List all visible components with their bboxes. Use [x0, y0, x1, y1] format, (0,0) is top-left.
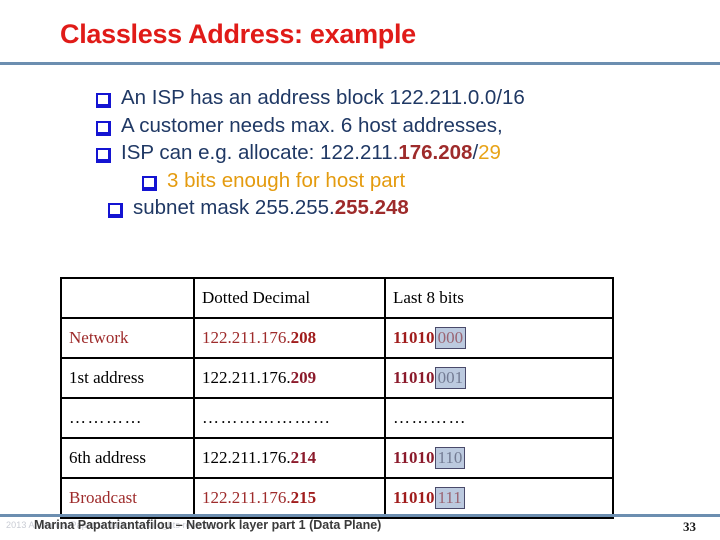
- list-item-sub: 3 bits enough for host part: [96, 168, 656, 192]
- square-bullet-icon: [96, 120, 111, 136]
- table-cell-last8bits: 11010 110: [384, 437, 614, 479]
- table-header-last8bits: Last 8 bits: [384, 277, 614, 319]
- table-cell-dotted-decimal: 122.211.176.215: [193, 477, 386, 519]
- ip-last-octet: 214: [290, 448, 317, 467]
- table-cell-label: [60, 277, 195, 319]
- title-divider: [0, 62, 720, 65]
- bits-fixed-part: 11010: [393, 448, 435, 467]
- square-bullet-icon: [96, 148, 111, 163]
- list-item-label: subnet mask 255.255.255.248: [133, 196, 409, 219]
- bullet-list: An ISP has an address block 122.211.0.0/…: [96, 86, 656, 226]
- list-item: An ISP has an address block 122.211.0.0/…: [96, 86, 656, 109]
- table-cell-dotted-decimal: 122.211.176.209: [193, 357, 386, 399]
- table-cell-label: Broadcast: [60, 477, 195, 519]
- table-row: 6th address 122.211.176.214 11010 110: [60, 437, 614, 479]
- ip-last-octet: 209: [290, 368, 317, 387]
- square-bullet-icon: [108, 203, 123, 218]
- ip-last-octet: 215: [290, 488, 317, 507]
- table-cell-last8bits: 11010 000: [384, 317, 614, 359]
- list-item: A customer needs max. 6 host addresses,: [96, 113, 656, 137]
- ip-prefix: 122.211.176.: [202, 328, 291, 347]
- ip-prefix: 122.211.176.: [202, 488, 291, 507]
- list-item-label-part: subnet mask 255.255.: [133, 196, 335, 219]
- table-row-ellipsis: ………… ………………… …………: [60, 397, 614, 439]
- footer-divider: [0, 514, 720, 517]
- list-item-sub-label: 3 bits enough for host part: [167, 168, 406, 192]
- ip-prefix: 122.211.176.: [202, 448, 291, 467]
- square-bullet-icon: [96, 93, 111, 108]
- table-cell-label: …………: [60, 397, 195, 439]
- table-header-row: Dotted Decimal Last 8 bits: [60, 277, 614, 319]
- page-number: 33: [683, 519, 696, 534]
- bits-fixed-part: 11010: [393, 328, 435, 347]
- address-allocation-table: Dotted Decimal Last 8 bits Network 122.2…: [60, 277, 614, 519]
- list-item-label: A customer needs max. 6 host addresses,: [121, 113, 503, 137]
- bits-host-part-highlight: 110: [434, 447, 466, 469]
- table-cell-dotted-decimal: 122.211.176.208: [193, 317, 386, 359]
- list-item-label-part: ISP can e.g. allocate: 122.211.: [121, 141, 399, 164]
- footer-author: Marina Papatriantafilou – Network layer …: [34, 518, 382, 532]
- table-cell-dotted-decimal: …………………: [193, 397, 386, 439]
- bits-fixed-part: 11010: [393, 368, 435, 387]
- list-item-label: ISP can e.g. allocate: 122.211.176.208/2…: [121, 141, 501, 164]
- table-header-dotted-decimal: Dotted Decimal: [193, 277, 386, 319]
- table-row: Network 122.211.176.208 11010 000: [60, 317, 614, 359]
- table-cell-dotted-decimal: 122.211.176.214: [193, 437, 386, 479]
- table-cell-last8bits: 11010 111: [384, 477, 614, 519]
- table-cell-last8bits: …………: [384, 397, 614, 439]
- table-cell-label: Network: [60, 317, 195, 359]
- list-item: subnet mask 255.255.255.248: [96, 196, 656, 219]
- bits-host-part-highlight: 001: [434, 367, 467, 389]
- square-bullet-icon: [142, 175, 157, 191]
- bits-fixed-part: 11010: [393, 488, 435, 507]
- bits-host-part-highlight: 111: [434, 487, 465, 509]
- table-cell-label: 6th address: [60, 437, 195, 479]
- list-item-label-prefixlen: 29: [478, 141, 501, 164]
- list-item-label-highlight: 176.208: [398, 141, 473, 164]
- list-item-label-highlight: 255.248: [334, 196, 409, 219]
- ip-prefix: 122.211.176.: [202, 368, 291, 387]
- table-cell-last8bits: 11010 001: [384, 357, 614, 399]
- table-row: 1st address 122.211.176.209 11010 001: [60, 357, 614, 399]
- ip-last-octet: 208: [290, 328, 317, 347]
- bits-host-part-highlight: 000: [434, 327, 467, 349]
- table-cell-label: 1st address: [60, 357, 195, 399]
- table-row: Broadcast 122.211.176.215 11010 111: [60, 477, 614, 519]
- list-item: ISP can e.g. allocate: 122.211.176.208/2…: [96, 141, 656, 164]
- list-item-label: An ISP has an address block 122.211.0.0/…: [121, 86, 525, 109]
- page-title: Classless Address: example: [60, 19, 416, 49]
